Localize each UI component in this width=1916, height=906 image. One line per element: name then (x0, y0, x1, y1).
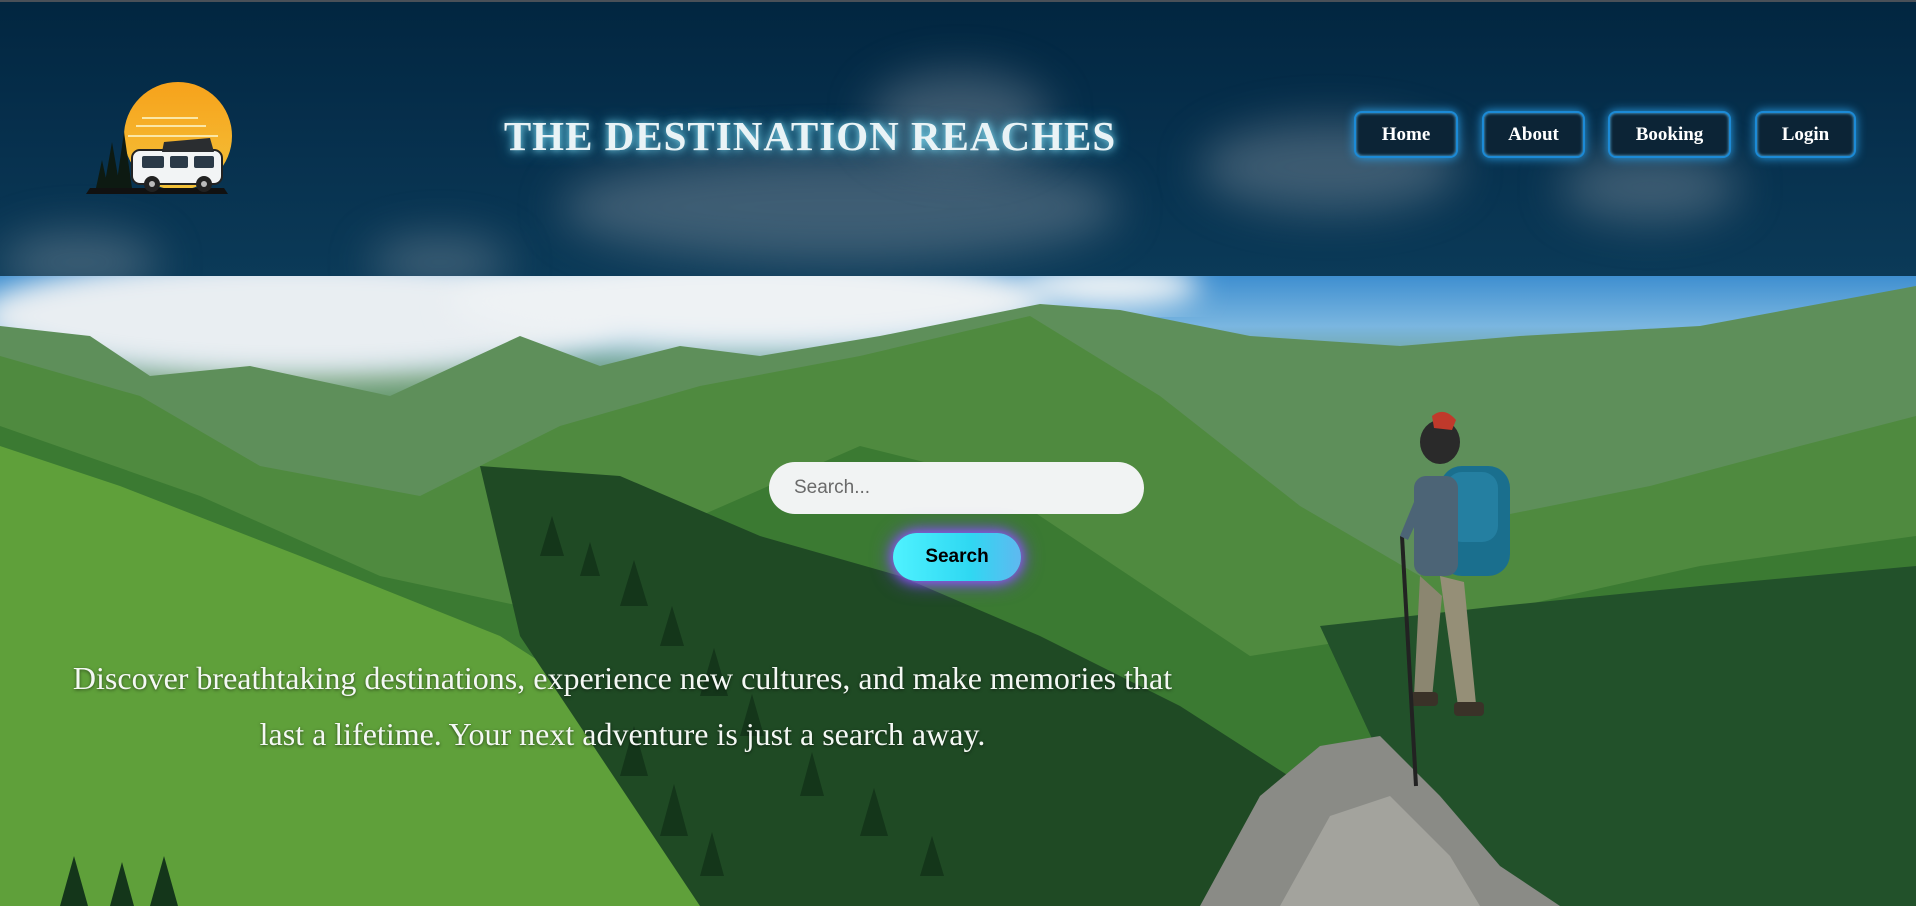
search-button[interactable]: Search (893, 533, 1021, 581)
nav-home-button[interactable]: Home (1354, 111, 1458, 158)
tagline-line-1: Discover breathtaking destinations, expe… (72, 660, 1173, 696)
header-cloud (1560, 152, 1740, 222)
nav-about-button[interactable]: About (1482, 111, 1585, 158)
hero-section: Search Discover breathtaking destination… (0, 276, 1916, 906)
header-cloud (370, 237, 510, 276)
main-nav: Home About Booking Login (0, 111, 1916, 162)
mountain-hiker-photo-icon (0, 276, 1916, 906)
header-cloud (560, 152, 1120, 262)
tagline-line-2: last a lifetime. Your next adventure is … (259, 716, 986, 752)
nav-login-button[interactable]: Login (1755, 111, 1856, 158)
hero-tagline: Discover breathtaking destinations, expe… (0, 650, 1245, 762)
header-cloud (0, 232, 160, 276)
nav-booking-button[interactable]: Booking (1608, 111, 1731, 158)
search-input[interactable] (769, 462, 1144, 514)
